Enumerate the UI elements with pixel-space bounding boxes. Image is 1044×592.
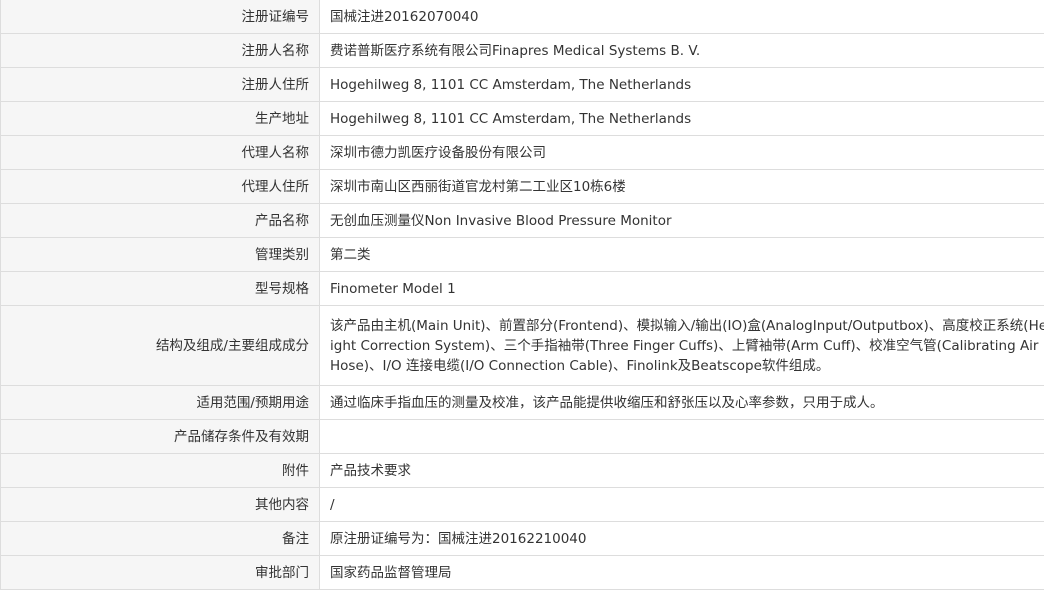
- label-production-address: 生产地址: [0, 101, 320, 136]
- table-row-registration-number: 注册证编号 国械注进20162070040: [0, 0, 1044, 34]
- table-row-agent-name: 代理人名称 深圳市德力凯医疗设备股份有限公司: [0, 135, 1044, 170]
- label-attachment: 附件: [0, 453, 320, 488]
- table-row-product-name: 产品名称 无创血压测量仪Non Invasive Blood Pressure …: [0, 203, 1044, 238]
- value-registrant-name: 费诺普斯医疗系统有限公司Finapres Medical Systems B. …: [319, 33, 1044, 68]
- label-structure: 结构及组成/主要组成成分: [0, 305, 320, 386]
- table-row-agent-address: 代理人住所 深圳市南山区西丽街道官龙村第二工业区10栋6楼: [0, 169, 1044, 204]
- label-intended-use: 适用范围/预期用途: [0, 385, 320, 420]
- value-structure: 该产品由主机(Main Unit)、前置部分(Frontend)、模拟输入/输出…: [319, 305, 1044, 386]
- value-remarks: 原注册证编号为：国械注进20162210040: [319, 521, 1044, 556]
- table-row-approval-department: 审批部门 国家药品监督管理局: [0, 555, 1044, 590]
- table-row-registrant-address: 注册人住所 Hogehilweg 8, 1101 CC Amsterdam, T…: [0, 67, 1044, 102]
- value-intended-use: 通过临床手指血压的测量及校准，该产品能提供收缩压和舒张压以及心率参数，只用于成人…: [319, 385, 1044, 420]
- label-model-spec: 型号规格: [0, 271, 320, 306]
- table-row-registrant-name: 注册人名称 费诺普斯医疗系统有限公司Finapres Medical Syste…: [0, 33, 1044, 68]
- value-approval-department: 国家药品监督管理局: [319, 555, 1044, 590]
- value-registrant-address: Hogehilweg 8, 1101 CC Amsterdam, The Net…: [319, 67, 1044, 102]
- label-management-category: 管理类别: [0, 237, 320, 272]
- table-row-intended-use: 适用范围/预期用途 通过临床手指血压的测量及校准，该产品能提供收缩压和舒张压以及…: [0, 385, 1044, 420]
- table-row-production-address: 生产地址 Hogehilweg 8, 1101 CC Amsterdam, Th…: [0, 101, 1044, 136]
- label-other-content: 其他内容: [0, 487, 320, 522]
- label-remarks: 备注: [0, 521, 320, 556]
- value-registration-number: 国械注进20162070040: [319, 0, 1044, 34]
- value-product-name: 无创血压测量仪Non Invasive Blood Pressure Monit…: [319, 203, 1044, 238]
- table-row-remarks: 备注 原注册证编号为：国械注进20162210040: [0, 521, 1044, 556]
- label-registrant-name: 注册人名称: [0, 33, 320, 68]
- value-agent-address: 深圳市南山区西丽街道官龙村第二工业区10栋6楼: [319, 169, 1044, 204]
- label-storage-conditions: 产品储存条件及有效期: [0, 419, 320, 454]
- label-agent-name: 代理人名称: [0, 135, 320, 170]
- table-row-storage-conditions: 产品储存条件及有效期: [0, 419, 1044, 454]
- value-attachment: 产品技术要求: [319, 453, 1044, 488]
- label-registrant-address: 注册人住所: [0, 67, 320, 102]
- table-row-attachment: 附件 产品技术要求: [0, 453, 1044, 488]
- label-product-name: 产品名称: [0, 203, 320, 238]
- table-row-management-category: 管理类别 第二类: [0, 237, 1044, 272]
- value-model-spec: Finometer Model 1: [319, 271, 1044, 306]
- table-row-model-spec: 型号规格 Finometer Model 1: [0, 271, 1044, 306]
- registration-info-table: 注册证编号 国械注进20162070040 注册人名称 费诺普斯医疗系统有限公司…: [0, 0, 1044, 590]
- value-storage-conditions: [319, 419, 1044, 454]
- table-row-other-content: 其他内容 /: [0, 487, 1044, 522]
- value-other-content: /: [319, 487, 1044, 522]
- label-agent-address: 代理人住所: [0, 169, 320, 204]
- label-registration-number: 注册证编号: [0, 0, 320, 34]
- value-production-address: Hogehilweg 8, 1101 CC Amsterdam, The Net…: [319, 101, 1044, 136]
- table-row-structure: 结构及组成/主要组成成分 该产品由主机(Main Unit)、前置部分(Fron…: [0, 305, 1044, 386]
- label-approval-department: 审批部门: [0, 555, 320, 590]
- value-management-category: 第二类: [319, 237, 1044, 272]
- value-agent-name: 深圳市德力凯医疗设备股份有限公司: [319, 135, 1044, 170]
